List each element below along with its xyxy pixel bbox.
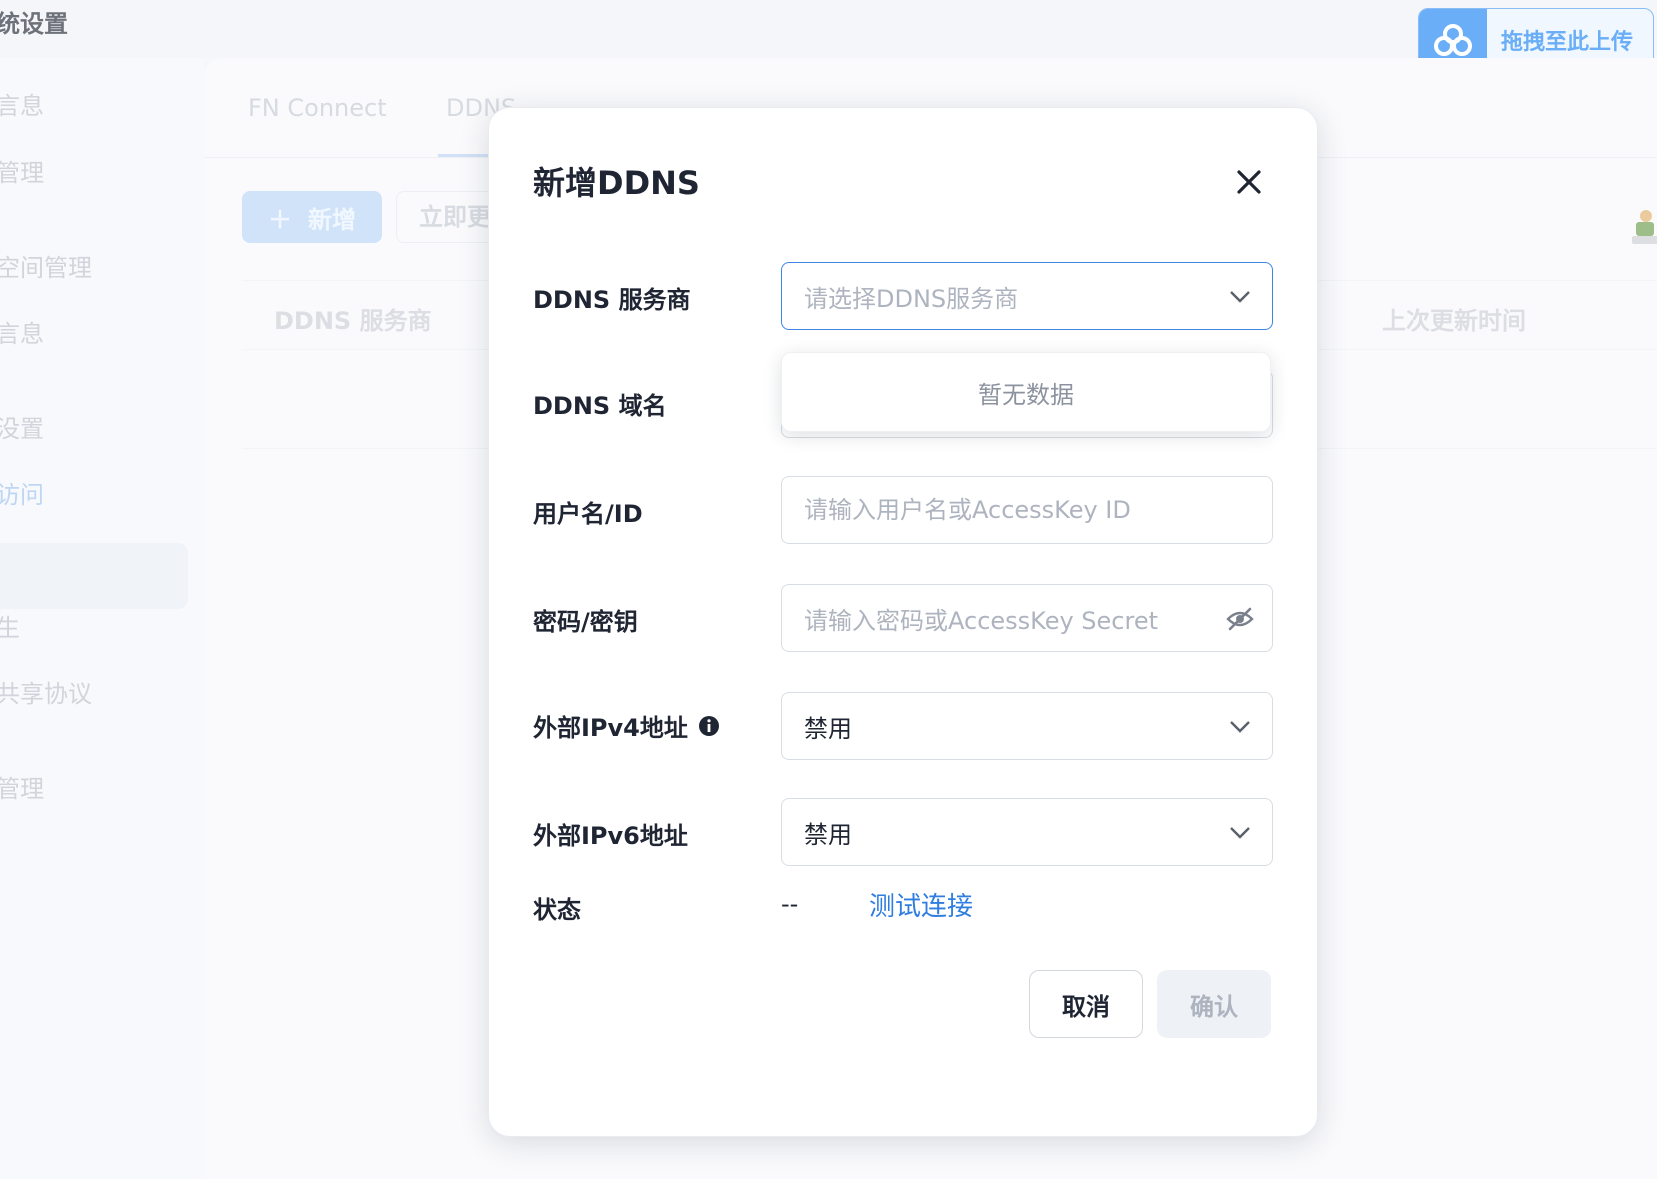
ipv4-value: 禁用 [804, 714, 852, 743]
confirm-button[interactable]: 确认 [1157, 970, 1271, 1038]
ipv4-label: 外部IPv4地址 [533, 708, 720, 743]
chevron-down-icon [1226, 819, 1254, 847]
password-label: 密码/密钥 [533, 608, 638, 636]
ipv4-label-text: 外部IPv4地址 [533, 714, 688, 742]
info-icon[interactable] [698, 715, 720, 737]
provider-select[interactable]: 请选择DDNS服务商 [781, 262, 1273, 330]
domain-label: DDNS 域名 [533, 392, 667, 420]
close-button[interactable] [1229, 162, 1269, 202]
chevron-down-icon [1226, 713, 1254, 741]
password-input[interactable]: 请输入密码或AccessKey Secret [781, 584, 1273, 652]
cancel-button[interactable]: 取消 [1029, 970, 1143, 1038]
ipv6-value: 禁用 [804, 820, 852, 849]
password-placeholder: 请输入密码或AccessKey Secret [804, 606, 1159, 635]
status-label: 状态 [533, 896, 581, 924]
username-input[interactable] [781, 476, 1273, 544]
eye-off-icon[interactable] [1226, 605, 1254, 633]
empty-state-text: 暂无数据 [978, 380, 1074, 409]
chevron-down-icon [1226, 283, 1254, 311]
status-value: -- [781, 890, 799, 918]
provider-label: DDNS 服务商 [533, 286, 691, 314]
username-label: 用户名/ID [533, 500, 643, 528]
add-ddns-dialog: 新增DDNS DDNS 服务商 请选择DDNS服务商 DDNS 域名 暂无数据 … [488, 107, 1318, 1137]
ipv6-label: 外部IPv6地址 [533, 822, 688, 850]
ipv6-select[interactable]: 禁用 [781, 798, 1273, 866]
provider-placeholder: 请选择DDNS服务商 [804, 284, 1019, 313]
test-connection-link[interactable]: 测试连接 [869, 886, 973, 923]
dialog-title: 新增DDNS [533, 164, 700, 202]
ipv4-select[interactable]: 禁用 [781, 692, 1273, 760]
provider-dropdown: 暂无数据 [781, 352, 1271, 432]
close-icon [1237, 170, 1261, 194]
